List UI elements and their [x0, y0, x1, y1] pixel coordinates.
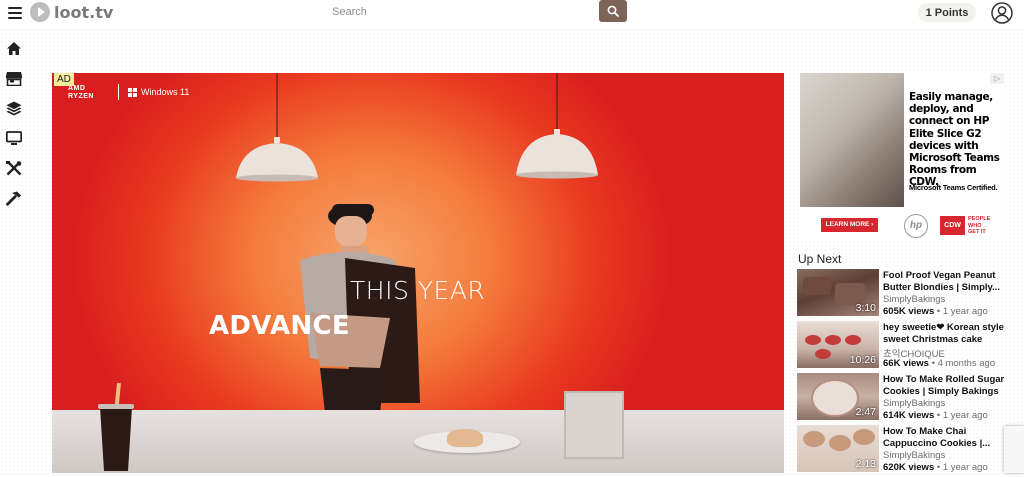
cdw-logo: CDW — [940, 216, 965, 235]
up-next-list: 3:10 Fool Proof Vegan Peanut Butter Blon… — [797, 269, 1024, 477]
ad-copy: Easily manage, deploy, and connect on HP… — [909, 91, 1000, 189]
logo-play-icon — [30, 2, 50, 22]
top-bar: loot.tv 1 Points — [0, 0, 1024, 28]
video-channel[interactable]: SimplyBakings — [883, 294, 945, 305]
user-avatar-icon[interactable] — [991, 2, 1013, 24]
ad-certified: Microsoft Teams Certified. — [909, 183, 998, 192]
sidebar-item-layers[interactable] — [4, 98, 24, 118]
logo[interactable]: loot.tv — [30, 2, 113, 22]
amd-ryzen-logo: AMD RYZEN — [68, 85, 94, 101]
video-channel[interactable]: SimplyBakings — [883, 450, 945, 461]
video-thumbnail[interactable]: 3:10 — [797, 269, 879, 316]
cake — [447, 429, 483, 447]
video-views: 605K views — [883, 306, 935, 317]
video-thumbnail[interactable]: 10:26 — [797, 321, 879, 368]
up-next-heading: Up Next — [798, 252, 842, 266]
ryzen-text: RYZEN — [68, 93, 94, 100]
cdw-tagline: PEOPLE WHO GET IT — [968, 216, 990, 236]
video-duration: 2:13 — [855, 458, 876, 470]
store-icon — [6, 71, 22, 86]
windows-logo: Windows 11 — [128, 87, 189, 97]
logo-text: loot.tv — [54, 2, 114, 22]
video-thumbnail[interactable]: 2:47 — [797, 373, 879, 420]
video-meta: 620K views • 1 year ago — [883, 462, 988, 473]
table-card — [564, 391, 624, 459]
sidebar-item-home[interactable] — [4, 38, 24, 58]
video-item[interactable]: 2:47 How To Make Rolled Sugar Cookies | … — [797, 373, 1024, 422]
hp-logo: hp — [904, 214, 928, 238]
video-meta: 614K views • 1 year ago — [883, 410, 988, 421]
video-views: 620K views — [883, 462, 935, 473]
menu-icon[interactable] — [8, 6, 22, 20]
video-age: 1 year ago — [942, 306, 988, 317]
video-views: 614K views — [883, 410, 935, 421]
brand-divider — [118, 84, 119, 100]
video-age: 1 year ago — [942, 462, 988, 473]
video-item[interactable]: 3:10 Fool Proof Vegan Peanut Butter Blon… — [797, 269, 1024, 318]
video-duration: 10:26 — [849, 354, 876, 366]
tagline-line-3: GET IT — [968, 229, 986, 235]
adchoices-icon[interactable]: ▷ — [990, 73, 1004, 84]
video-age: 1 year ago — [942, 410, 988, 421]
amd-text: AMD — [68, 85, 86, 92]
search-button[interactable] — [599, 0, 627, 22]
tools-icon — [6, 160, 22, 175]
person-figure — [300, 204, 420, 413]
video-channel[interactable]: SimplyBakings — [883, 398, 945, 409]
video-title[interactable]: How To Make Rolled Sugar Cookies | Simpl… — [883, 374, 1011, 397]
home-icon — [7, 41, 21, 55]
points-badge[interactable]: 1 Points — [918, 3, 976, 22]
video-item[interactable]: 10:26 hey sweetie❤ Korean style sweet Ch… — [797, 321, 1024, 370]
search-input[interactable] — [326, 2, 610, 22]
video-duration: 2:47 — [855, 406, 876, 418]
video-views: 66K views — [883, 358, 929, 369]
hammer-icon — [6, 191, 21, 206]
sidebar-item-monitor[interactable] — [4, 128, 24, 148]
sidebar-item-store[interactable] — [4, 68, 24, 88]
video-duration: 3:10 — [855, 302, 876, 314]
layers-icon — [6, 101, 22, 115]
video-title[interactable]: Fool Proof Vegan Peanut Butter Blondies … — [883, 270, 1011, 293]
windows-text: Windows 11 — [141, 87, 190, 97]
side-advertisement[interactable]: Easily manage, deploy, and connect on HP… — [800, 73, 1005, 241]
video-item[interactable]: 2:13 How To Make Chai Cappuccino Cookies… — [797, 425, 1024, 474]
monitor-icon — [6, 130, 22, 145]
video-meta: 66K views • 4 months ago — [883, 358, 996, 369]
ad-headline-advance: ADVANCE — [209, 311, 350, 341]
video-thumbnail[interactable]: 2:13 — [797, 425, 879, 472]
drink-cup — [98, 383, 134, 471]
tagline-line-1: PEOPLE — [968, 216, 991, 222]
video-age: 4 months ago — [937, 358, 996, 369]
video-title[interactable]: How To Make Chai Cappuccino Cookies |... — [883, 426, 1011, 449]
video-meta: 605K views • 1 year ago — [883, 306, 988, 317]
sidebar-item-hammer[interactable] — [4, 188, 24, 208]
ad-headline-this-year: THIS YEAR — [350, 276, 486, 305]
pendant-lamp-left — [236, 73, 318, 182]
video-player[interactable]: AD AMD RYZEN Windows 11 THIS YEAR ADVANC… — [52, 73, 784, 473]
video-title[interactable]: hey sweetie❤ Korean style sweet Christma… — [883, 322, 1011, 345]
sidebar — [4, 38, 26, 218]
pendant-lamp-right — [516, 73, 598, 179]
sidebar-item-tools[interactable] — [4, 158, 24, 178]
ad-photo — [800, 73, 904, 207]
search-icon — [607, 5, 619, 17]
windows-icon — [128, 87, 137, 97]
learn-more-button[interactable]: LEARN MORE › — [821, 218, 878, 232]
recaptcha-badge[interactable] — [1004, 426, 1024, 473]
